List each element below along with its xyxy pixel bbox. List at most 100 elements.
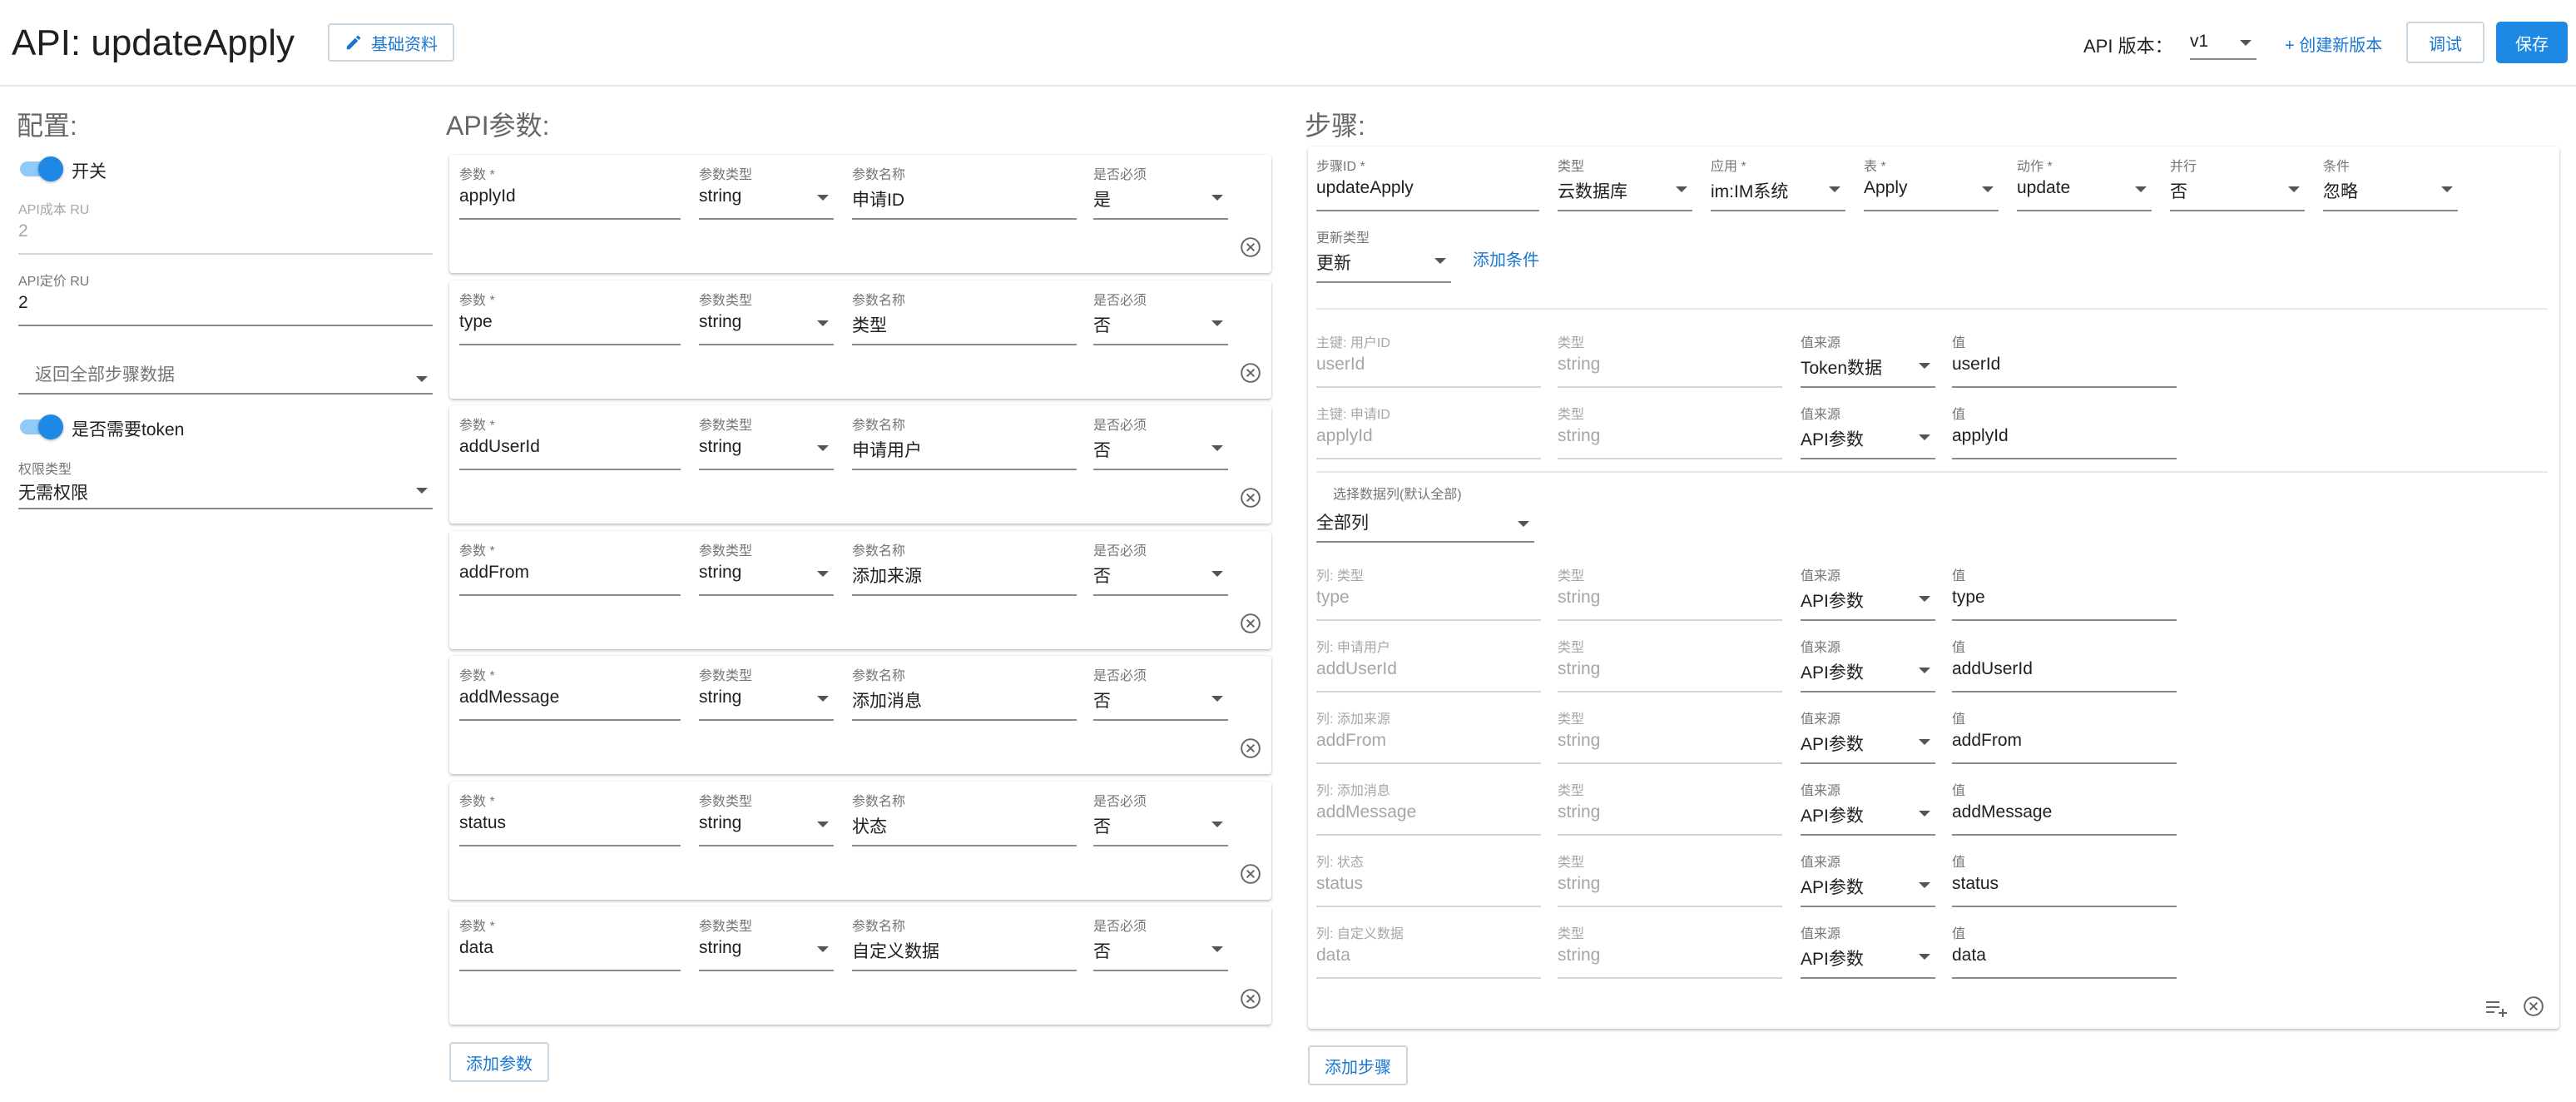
param-name-field[interactable]: 参数名称 状态 bbox=[852, 790, 1077, 848]
close-circle-icon[interactable] bbox=[1240, 863, 1261, 885]
chevron-down-icon bbox=[1211, 195, 1223, 201]
version-select[interactable]: v1 bbox=[2190, 12, 2256, 70]
close-circle-icon[interactable] bbox=[1240, 737, 1261, 759]
param-key-field[interactable]: 参数 * data bbox=[459, 915, 681, 973]
param-type-select[interactable]: 参数类型 string bbox=[699, 539, 834, 598]
debug-button[interactable]: 调试 bbox=[2406, 22, 2484, 63]
param-required-select[interactable]: 是否必须 否 bbox=[1093, 539, 1228, 598]
param-type-select[interactable]: 参数类型 string bbox=[699, 163, 834, 221]
row-source-select[interactable]: 值来源 API参数 bbox=[1801, 403, 1935, 461]
row-type-field: 类型 string bbox=[1558, 922, 1782, 980]
chevron-down-icon bbox=[1211, 821, 1223, 827]
token-switch[interactable] bbox=[18, 414, 65, 439]
param-name-field[interactable]: 参数名称 自定义数据 bbox=[852, 915, 1077, 973]
param-key-field[interactable]: 参数 * addMessage bbox=[459, 664, 681, 722]
param-key-field[interactable]: 参数 * addFrom bbox=[459, 539, 681, 598]
row-value-field[interactable]: 值 type bbox=[1952, 564, 2177, 623]
param-name-field[interactable]: 参数名称 申请用户 bbox=[852, 414, 1077, 472]
param-card-applyId: 参数 * applyId 参数类型 string 参数名称 申请ID 是否必须 … bbox=[449, 155, 1271, 273]
chevron-down-icon bbox=[1211, 445, 1223, 451]
row-field: 列: 添加消息 addMessage bbox=[1316, 779, 1541, 837]
chevron-down-icon bbox=[1211, 570, 1223, 577]
param-name-field[interactable]: 参数名称 添加消息 bbox=[852, 664, 1077, 722]
row-source-select[interactable]: 值来源 API参数 bbox=[1801, 636, 1935, 694]
chevron-down-icon bbox=[1919, 811, 1930, 817]
create-version-link[interactable]: + 创建新版本 bbox=[2285, 32, 2382, 56]
param-required-select[interactable]: 是否必须 否 bbox=[1093, 915, 1228, 973]
param-required-select[interactable]: 是否必须 否 bbox=[1093, 790, 1228, 848]
step-table-select[interactable]: 表 * Apply bbox=[1864, 155, 1999, 213]
chevron-down-icon bbox=[1919, 739, 1930, 745]
param-required-select[interactable]: 是否必须 否 bbox=[1093, 414, 1228, 472]
row-value-field[interactable]: 值 addMessage bbox=[1952, 779, 2177, 837]
row-value-field[interactable]: 值 applyId bbox=[1952, 403, 2177, 461]
version-label: API 版本： bbox=[2083, 36, 2173, 57]
close-circle-icon[interactable] bbox=[1240, 362, 1261, 384]
row-source-select[interactable]: 值来源 API参数 bbox=[1801, 564, 1935, 623]
param-required-select[interactable]: 是否必须 否 bbox=[1093, 664, 1228, 722]
param-type-select[interactable]: 参数类型 string bbox=[699, 414, 834, 472]
param-key-field[interactable]: 参数 * status bbox=[459, 790, 681, 848]
param-key-field[interactable]: 参数 * applyId bbox=[459, 163, 681, 221]
row-value-field[interactable]: 值 addUserId bbox=[1952, 636, 2177, 694]
add-param-button[interactable]: 添加参数 bbox=[449, 1042, 549, 1082]
step-card: 步骤ID * updateApply 类型 云数据库 应用 * im:IM系统 … bbox=[1308, 146, 2559, 1029]
param-name-field[interactable]: 参数名称 类型 bbox=[852, 289, 1077, 347]
param-card-data: 参数 * data 参数类型 string 参数名称 自定义数据 是否必须 否 bbox=[449, 906, 1271, 1025]
save-button[interactable]: 保存 bbox=[2496, 22, 2568, 63]
close-circle-icon[interactable] bbox=[1240, 988, 1261, 1010]
row-value-field[interactable]: 值 data bbox=[1952, 922, 2177, 980]
row-field: 列: 类型 type bbox=[1316, 564, 1541, 623]
close-circle-icon[interactable] bbox=[1240, 487, 1261, 509]
step-action-select[interactable]: 动作 * update bbox=[2017, 155, 2152, 213]
param-card-status: 参数 * status 参数类型 string 参数名称 状态 是否必须 否 bbox=[449, 781, 1271, 900]
row-source-select[interactable]: 值来源 API参数 bbox=[1801, 851, 1935, 909]
add-step-button[interactable]: 添加步骤 bbox=[1308, 1045, 1408, 1085]
step-id-field[interactable]: 步骤ID * updateApply bbox=[1316, 155, 1539, 213]
row-source-select[interactable]: 值来源 API参数 bbox=[1801, 707, 1935, 766]
row-value-field[interactable]: 值 userId bbox=[1952, 331, 2177, 390]
step-app-select[interactable]: 应用 * im:IM系统 bbox=[1711, 155, 1845, 213]
row-type-field: 类型 string bbox=[1558, 851, 1782, 909]
basic-info-button[interactable]: 基础资料 bbox=[328, 23, 454, 62]
row-source-select[interactable]: 值来源 Token数据 bbox=[1801, 331, 1935, 390]
param-type-select[interactable]: 参数类型 string bbox=[699, 289, 834, 347]
add-column-icon[interactable] bbox=[2484, 997, 2509, 1019]
return-data-select[interactable]: 返回全部步骤数据 bbox=[18, 338, 433, 396]
chevron-down-icon bbox=[817, 195, 829, 201]
chevron-down-icon bbox=[817, 821, 829, 827]
param-key-field[interactable]: 参数 * type bbox=[459, 289, 681, 347]
row-type-field: 类型 string bbox=[1558, 564, 1782, 623]
enable-switch[interactable] bbox=[18, 156, 65, 181]
close-circle-icon[interactable] bbox=[2523, 995, 2544, 1017]
param-key-field[interactable]: 参数 * addUserId bbox=[459, 414, 681, 472]
param-card-addMessage: 参数 * addMessage 参数类型 string 参数名称 添加消息 是否… bbox=[449, 656, 1271, 774]
row-source-select[interactable]: 值来源 API参数 bbox=[1801, 779, 1935, 837]
param-type-select[interactable]: 参数类型 string bbox=[699, 790, 834, 848]
chevron-down-icon bbox=[2288, 186, 2300, 192]
token-switch-label: 是否需要token bbox=[72, 420, 185, 439]
chevron-down-icon bbox=[2441, 186, 2453, 192]
param-type-select[interactable]: 参数类型 string bbox=[699, 915, 834, 973]
param-card-addUserId: 参数 * addUserId 参数类型 string 参数名称 申请用户 是否必… bbox=[449, 405, 1271, 524]
add-condition-link[interactable]: 添加条件 bbox=[1473, 246, 1539, 271]
step-parallel-select[interactable]: 并行 否 bbox=[2170, 155, 2305, 213]
close-circle-icon[interactable] bbox=[1240, 613, 1261, 634]
update-type-select[interactable]: 更新类型 更新 bbox=[1316, 226, 1451, 285]
param-type-select[interactable]: 参数类型 string bbox=[699, 664, 834, 722]
api-price-field[interactable]: API定价 RU 2 bbox=[18, 270, 433, 328]
permission-type-select[interactable]: 权限类型 无需权限 bbox=[18, 458, 433, 516]
row-value-field[interactable]: 值 status bbox=[1952, 851, 2177, 909]
param-name-field[interactable]: 参数名称 添加来源 bbox=[852, 539, 1077, 598]
enable-switch-label: 开关 bbox=[72, 162, 107, 181]
param-required-select[interactable]: 是否必须 是 bbox=[1093, 163, 1228, 221]
chevron-down-icon bbox=[1919, 882, 1930, 888]
param-required-select[interactable]: 是否必须 否 bbox=[1093, 289, 1228, 347]
step-condition-select[interactable]: 条件 忽略 bbox=[2323, 155, 2458, 213]
param-name-field[interactable]: 参数名称 申请ID bbox=[852, 163, 1077, 221]
row-source-select[interactable]: 值来源 API参数 bbox=[1801, 922, 1935, 980]
step-kind-select[interactable]: 类型 云数据库 bbox=[1558, 155, 1692, 213]
row-value-field[interactable]: 值 addFrom bbox=[1952, 707, 2177, 766]
columns-select[interactable]: 选择数据列(默认全部) 全部列 bbox=[1316, 483, 1534, 543]
close-circle-icon[interactable] bbox=[1240, 236, 1261, 258]
